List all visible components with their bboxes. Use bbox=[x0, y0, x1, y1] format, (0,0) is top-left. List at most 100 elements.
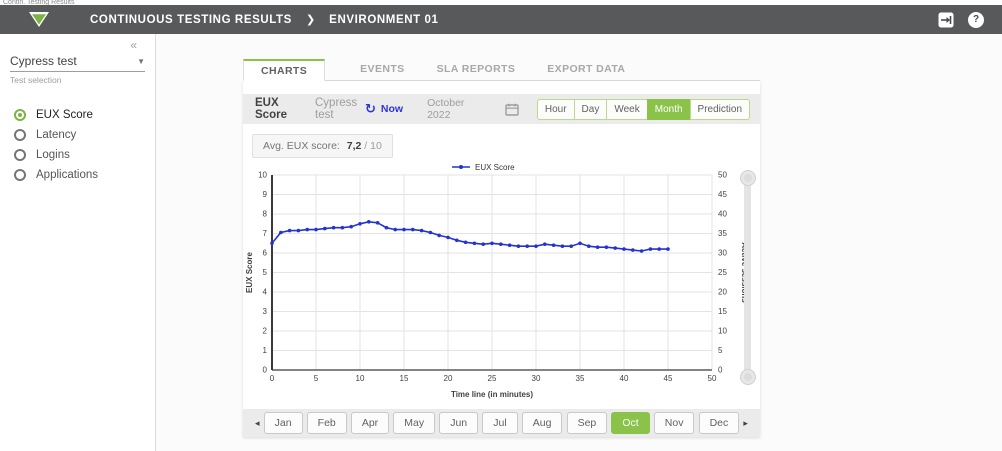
tab-sla-reports[interactable]: SLA REPORTS bbox=[424, 59, 529, 80]
logout-icon[interactable] bbox=[938, 12, 954, 28]
svg-text:30: 30 bbox=[532, 374, 541, 383]
sidebar-item-logins[interactable]: Logins bbox=[0, 145, 155, 165]
svg-text:EUX Score: EUX Score bbox=[245, 251, 254, 292]
svg-text:6: 6 bbox=[263, 249, 268, 258]
svg-text:5: 5 bbox=[718, 346, 723, 355]
tab-events[interactable]: EVENTS bbox=[347, 59, 417, 80]
month-button-nov[interactable]: Nov bbox=[654, 412, 695, 434]
month-navigation: ◂ ▸ JanFebAprMayJunJulAugSepOctNovDec bbox=[243, 409, 760, 437]
test-select-caption: Test selection bbox=[10, 75, 145, 85]
sidebar-item-latency[interactable]: Latency bbox=[0, 125, 155, 145]
month-button-feb[interactable]: Feb bbox=[307, 412, 347, 434]
range-button-week[interactable]: Week bbox=[606, 99, 647, 120]
month-button-may[interactable]: May bbox=[393, 412, 435, 434]
range-button-prediction[interactable]: Prediction bbox=[690, 99, 750, 120]
slider-handle-top[interactable] bbox=[740, 170, 756, 186]
month-button-sep[interactable]: Sep bbox=[567, 412, 608, 434]
month-button-jul[interactable]: Jul bbox=[482, 412, 517, 434]
svg-text:20: 20 bbox=[718, 288, 727, 297]
svg-text:0: 0 bbox=[263, 366, 268, 375]
next-month-icon[interactable]: ▸ bbox=[743, 418, 748, 429]
slider-handle-bottom[interactable] bbox=[740, 369, 756, 385]
now-label: Now bbox=[381, 103, 403, 115]
svg-text:50: 50 bbox=[708, 374, 717, 383]
month-button-jun[interactable]: Jun bbox=[439, 412, 478, 434]
chevron-down-icon: ▼ bbox=[137, 57, 145, 66]
sidebar: « Cypress test ▼ Test selection EUX Scor… bbox=[0, 34, 156, 451]
svg-text:0: 0 bbox=[718, 366, 723, 375]
tab-export-data[interactable]: EXPORT DATA bbox=[534, 59, 638, 80]
app-logo-icon bbox=[28, 11, 50, 28]
metric-label: Applications bbox=[36, 169, 98, 181]
main-content: CHARTS EVENTS SLA REPORTSEXPORT DATA EUX S… bbox=[156, 34, 1002, 451]
metric-label: Latency bbox=[36, 129, 76, 141]
svg-text:7: 7 bbox=[263, 229, 268, 238]
chart-area: 0015210315420525630735840945105005101520… bbox=[243, 160, 760, 400]
app-header: CONTINUOUS TESTING RESULTS ❯ ENVIRONMENT… bbox=[0, 5, 1002, 34]
svg-text:45: 45 bbox=[718, 190, 727, 199]
radio-icon[interactable] bbox=[14, 149, 26, 161]
breadcrumb-separator-icon: ❯ bbox=[306, 13, 315, 26]
svg-text:10: 10 bbox=[258, 171, 267, 180]
svg-text:35: 35 bbox=[718, 229, 727, 238]
range-button-day[interactable]: Day bbox=[574, 99, 608, 120]
svg-text:Time line (in minutes): Time line (in minutes) bbox=[451, 390, 533, 399]
month-button-aug[interactable]: Aug bbox=[522, 412, 563, 434]
chart-toolbar: EUX Score Cypress test ↻ Now October 202… bbox=[243, 94, 760, 124]
test-select-value: Cypress test bbox=[10, 54, 77, 68]
now-button[interactable]: ↻ Now bbox=[365, 103, 403, 115]
svg-text:25: 25 bbox=[488, 374, 497, 383]
svg-text:25: 25 bbox=[718, 268, 727, 277]
svg-text:0: 0 bbox=[270, 374, 275, 383]
avg-suffix: / 10 bbox=[364, 140, 382, 152]
svg-text:40: 40 bbox=[718, 210, 727, 219]
refresh-icon: ↻ bbox=[365, 103, 376, 115]
avg-label: Avg. EUX score: bbox=[263, 140, 340, 152]
month-button-dec[interactable]: Dec bbox=[699, 412, 740, 434]
svg-text:40: 40 bbox=[620, 374, 629, 383]
sidebar-item-applications[interactable]: Applications bbox=[0, 165, 155, 185]
active-sessions-slider bbox=[739, 170, 757, 385]
svg-text:3: 3 bbox=[263, 307, 268, 316]
slider-track[interactable] bbox=[744, 177, 751, 378]
svg-text:15: 15 bbox=[718, 307, 727, 316]
month-button-apr[interactable]: Apr bbox=[351, 412, 389, 434]
svg-text:10: 10 bbox=[718, 327, 727, 336]
breadcrumb-environment: ENVIRONMENT 01 bbox=[329, 14, 438, 26]
radio-icon[interactable] bbox=[14, 109, 26, 121]
help-icon[interactable]: ? bbox=[968, 12, 984, 28]
prev-month-icon[interactable]: ◂ bbox=[255, 418, 260, 429]
avg-eux-score-badge: Avg. EUX score: 7,2 / 10 bbox=[252, 134, 393, 158]
workspace: « Cypress test ▼ Test selection EUX Scor… bbox=[0, 34, 1002, 451]
calendar-icon[interactable] bbox=[505, 103, 519, 116]
month-button-oct[interactable]: Oct bbox=[611, 412, 649, 434]
svg-text:2: 2 bbox=[263, 327, 268, 336]
metric-radio-group: EUX Score Latency Logins Applications bbox=[0, 105, 155, 185]
svg-text:4: 4 bbox=[263, 288, 268, 297]
radio-icon[interactable] bbox=[14, 169, 26, 181]
period-label[interactable]: October 2022 bbox=[427, 97, 477, 121]
svg-text:15: 15 bbox=[400, 374, 409, 383]
svg-text:30: 30 bbox=[718, 249, 727, 258]
svg-text:10: 10 bbox=[356, 374, 365, 383]
svg-text:9: 9 bbox=[263, 190, 268, 199]
avg-value: 7,2 bbox=[347, 140, 362, 152]
svg-text:50: 50 bbox=[718, 171, 727, 180]
metric-label: EUX Score bbox=[36, 109, 93, 121]
range-button-group: HourDayWeekMonthPrediction bbox=[537, 99, 750, 120]
eux-score-line-chart: 0015210315420525630735840945105005101520… bbox=[243, 160, 748, 400]
radio-icon[interactable] bbox=[14, 129, 26, 141]
chart-card: EUX Score Cypress test ↻ Now October 202… bbox=[243, 81, 760, 437]
svg-text:1: 1 bbox=[263, 346, 268, 355]
range-button-hour[interactable]: Hour bbox=[537, 99, 575, 120]
svg-text:EUX Score: EUX Score bbox=[475, 163, 515, 172]
month-button-jan[interactable]: Jan bbox=[264, 412, 303, 434]
chart-test-name: Cypress test bbox=[315, 97, 365, 121]
svg-text:20: 20 bbox=[444, 374, 453, 383]
sidebar-collapse-icon[interactable]: « bbox=[130, 38, 137, 52]
sidebar-item-eux-score[interactable]: EUX Score bbox=[0, 105, 155, 125]
tab-charts[interactable]: CHARTS bbox=[243, 59, 325, 81]
chart-metric-title: EUX Score bbox=[255, 97, 301, 121]
test-select-dropdown[interactable]: Cypress test ▼ bbox=[10, 54, 145, 72]
range-button-month[interactable]: Month bbox=[647, 99, 691, 120]
